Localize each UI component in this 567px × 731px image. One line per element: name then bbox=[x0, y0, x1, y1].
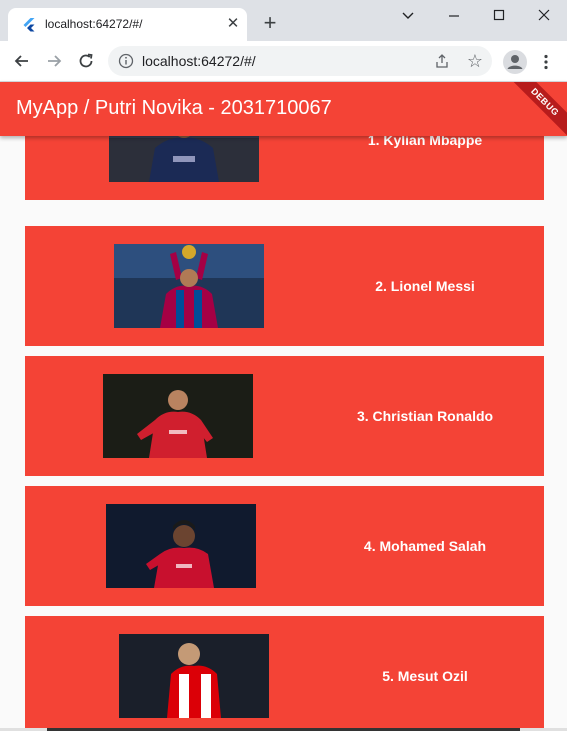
player-photo bbox=[109, 136, 259, 182]
maximize-icon[interactable] bbox=[487, 6, 511, 26]
address-bar[interactable]: localhost:64272/#/ ☆ bbox=[108, 46, 492, 76]
avatar-glyph bbox=[507, 55, 523, 69]
tab-strip: localhost:64272/#/ ✕ + bbox=[0, 0, 567, 41]
back-arrow-icon[interactable] bbox=[12, 51, 32, 71]
kebab-menu-icon[interactable] bbox=[537, 53, 555, 71]
player-photo bbox=[114, 244, 264, 328]
minimize-icon[interactable] bbox=[442, 6, 466, 26]
tab-title: localhost:64272/#/ bbox=[45, 17, 143, 31]
list-item[interactable]: 4. Mohamed Salah bbox=[25, 486, 544, 606]
forward-arrow-icon[interactable] bbox=[44, 51, 64, 71]
url-text[interactable]: localhost:64272/#/ bbox=[142, 53, 256, 69]
player-name: 4. Mohamed Salah bbox=[363, 538, 487, 554]
plus-icon[interactable]: + bbox=[260, 12, 280, 34]
debug-banner: DEBUG bbox=[503, 82, 567, 136]
chevron-down-icon[interactable] bbox=[396, 6, 420, 26]
player-photo bbox=[106, 504, 256, 588]
list-item[interactable]: 2. Lionel Messi bbox=[25, 226, 544, 346]
info-icon[interactable] bbox=[118, 53, 134, 69]
app-bar: MyApp / Putri Novika - 2031710067 DEBUG bbox=[0, 82, 567, 136]
player-name: 3. Christian Ronaldo bbox=[356, 408, 494, 424]
profile-icon[interactable] bbox=[503, 50, 527, 74]
browser-toolbar: localhost:64272/#/ ☆ bbox=[0, 41, 567, 82]
browser-tab[interactable]: localhost:64272/#/ ✕ bbox=[8, 8, 247, 41]
list-item[interactable]: 1. Kylian Mbappe bbox=[25, 136, 544, 200]
list-item[interactable]: 5. Mesut Ozil bbox=[25, 616, 544, 731]
player-name: 1. Kylian Mbappe bbox=[367, 136, 483, 148]
share-icon[interactable] bbox=[434, 53, 450, 69]
reload-icon[interactable] bbox=[76, 51, 96, 71]
page-title: MyApp / Putri Novika - 2031710067 bbox=[16, 97, 332, 119]
star-icon[interactable]: ☆ bbox=[465, 51, 485, 71]
close-window-icon[interactable] bbox=[532, 6, 556, 26]
flutter-icon bbox=[23, 18, 35, 32]
player-photo bbox=[103, 374, 253, 458]
player-name: 2. Lionel Messi bbox=[375, 278, 475, 294]
close-icon[interactable]: ✕ bbox=[226, 16, 240, 31]
player-photo bbox=[119, 634, 269, 718]
list-item[interactable]: 3. Christian Ronaldo bbox=[25, 356, 544, 476]
player-name: 5. Mesut Ozil bbox=[382, 668, 468, 684]
player-list[interactable]: 1. Kylian Mbappe 2. Lionel Messi 3. Chri… bbox=[0, 136, 567, 731]
